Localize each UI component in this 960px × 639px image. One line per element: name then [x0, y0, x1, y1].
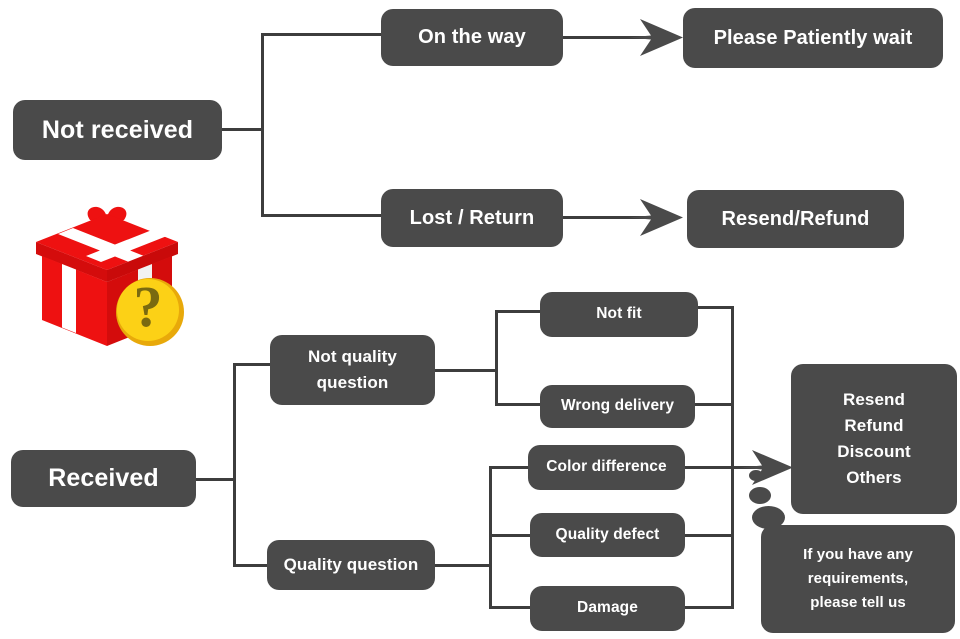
connector-to-color-difference [489, 466, 531, 469]
connector-to-not-fit [495, 310, 543, 313]
connector-to-quality-defect [489, 534, 531, 537]
flowchart-canvas: ? Not received On the way Please Patient… [0, 0, 960, 639]
node-resend-refund-label: Resend/Refund [721, 207, 870, 230]
node-lost-return[interactable]: Lost / Return [381, 189, 563, 247]
node-wrong-delivery[interactable]: Wrong delivery [540, 385, 695, 428]
node-contact-message-line2: requirements, [807, 570, 909, 588]
node-not-received[interactable]: Not received [13, 100, 222, 160]
connector-received-bus [233, 363, 236, 567]
connector-to-quality-question [233, 564, 271, 567]
node-received-label: Received [48, 464, 159, 493]
connector-quality-bus [489, 466, 492, 609]
tail-dot-small [749, 470, 763, 481]
node-not-received-label: Not received [41, 115, 194, 144]
connector-outcome-collector-bus [731, 306, 734, 608]
node-please-patiently-wait-label: Please Patiently wait [713, 26, 913, 49]
node-contact-message-line1: If you have any [803, 546, 913, 564]
node-on-the-way[interactable]: On the way [381, 9, 563, 66]
connector-to-lost-return [261, 214, 383, 217]
node-color-difference[interactable]: Color difference [528, 445, 685, 490]
node-quality-question[interactable]: Quality question [267, 540, 435, 590]
mystery-gift-box-icon: ? [36, 206, 184, 346]
svg-text:?: ? [134, 274, 163, 339]
node-quality-question-label: Quality question [283, 555, 419, 575]
node-not-quality-question-label-line1: Not quality [308, 347, 397, 367]
node-lost-return-label: Lost / Return [409, 206, 535, 229]
node-color-difference-label: Color difference [546, 458, 667, 476]
connector-not-received-bus [261, 33, 264, 217]
connector-to-on-the-way [261, 33, 383, 36]
node-on-the-way-label: On the way [418, 26, 526, 48]
node-not-fit-label: Not fit [596, 305, 642, 323]
node-wrong-delivery-label: Wrong delivery [560, 397, 675, 415]
node-please-patiently-wait[interactable]: Please Patiently wait [683, 8, 943, 68]
arrow-collector-to-outcomes [731, 450, 793, 485]
connector-quality-defect-to-collector [684, 534, 734, 537]
node-contact-message-line3: please tell us [810, 593, 906, 611]
node-not-quality-question[interactable]: Not quality question [270, 335, 435, 405]
node-outcomes-label-discount: Discount [837, 442, 911, 461]
connector-not-quality-bus [495, 310, 498, 406]
node-quality-defect[interactable]: Quality defect [530, 513, 685, 557]
node-not-fit[interactable]: Not fit [540, 292, 698, 337]
node-quality-defect-label: Quality defect [555, 525, 660, 543]
node-not-quality-question-label-line2: question [316, 373, 389, 392]
connector-to-wrong-delivery [495, 403, 543, 406]
connector-not-fit-to-collector [696, 306, 734, 309]
connector-not-received-stem [222, 128, 264, 131]
tail-dot-medium [749, 487, 771, 504]
node-damage-label: Damage [577, 599, 638, 617]
arrow-lost-return-to-resend-refund [563, 199, 683, 236]
node-outcomes-label-resend: Resend [842, 390, 905, 410]
connector-to-not-quality-question [233, 363, 273, 366]
node-outcomes[interactable]: Resend Refund Discount Others [791, 364, 957, 514]
connector-not-quality-stem [435, 369, 498, 372]
node-contact-message[interactable]: If you have any requirements, please tel… [761, 525, 955, 633]
connector-color-difference-to-collector [682, 466, 734, 469]
node-outcomes-label-refund: Refund [844, 416, 904, 436]
connector-wrong-delivery-to-collector [692, 403, 734, 406]
connector-damage-to-collector [680, 606, 734, 609]
node-resend-refund[interactable]: Resend/Refund [687, 190, 904, 248]
connector-to-damage [489, 606, 531, 609]
node-received[interactable]: Received [11, 450, 196, 507]
node-damage[interactable]: Damage [530, 586, 685, 631]
connector-quality-stem [435, 564, 492, 567]
connector-received-stem [196, 478, 236, 481]
arrow-on-the-way-to-wait [563, 19, 683, 56]
node-outcomes-label-others: Others [846, 467, 902, 487]
